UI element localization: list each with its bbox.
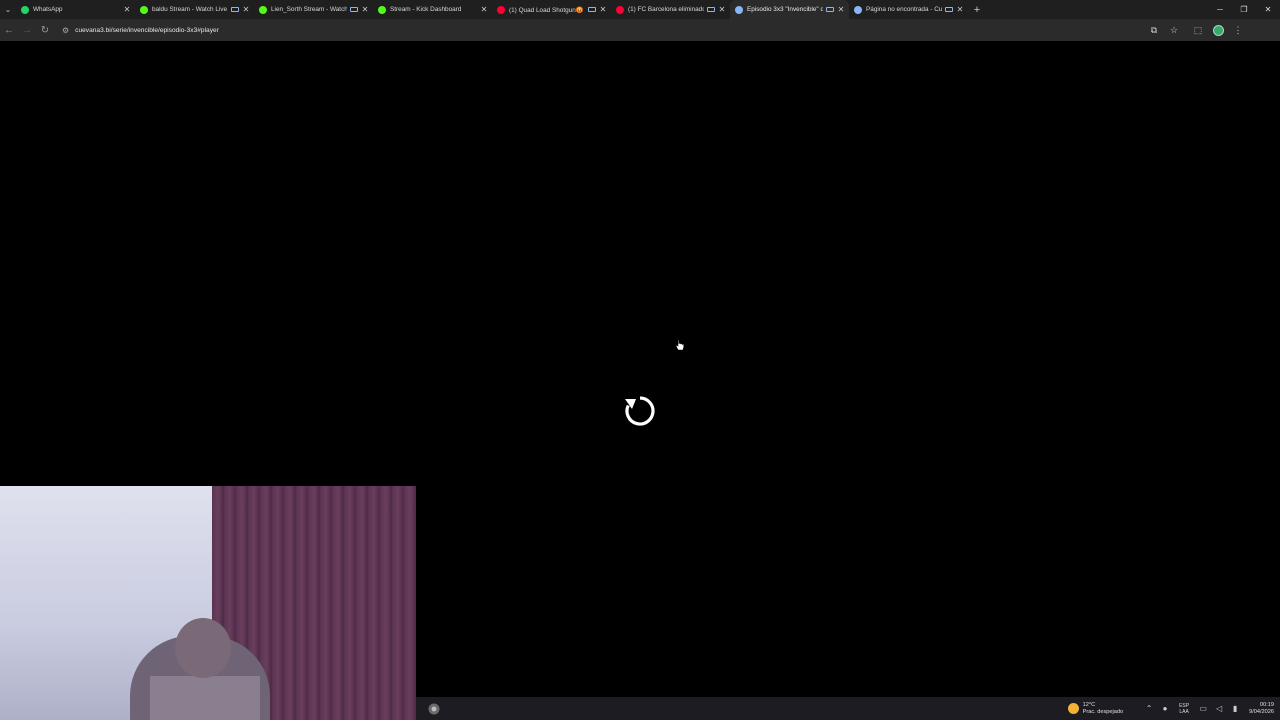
forward-arrow-icon[interactable]: → xyxy=(18,21,36,39)
media-playing-icon xyxy=(231,7,239,12)
tab-title: Episodio 3x3 "Invencible" d xyxy=(747,6,823,13)
menu-kebab-icon[interactable]: ⋮ xyxy=(1228,25,1248,36)
close-tab-icon[interactable]: ✕ xyxy=(837,5,845,14)
microphone-icon[interactable]: ● xyxy=(1157,704,1173,713)
tray-chevron-up-icon[interactable]: ⌃ xyxy=(1141,704,1157,713)
tab-0[interactable]: WhatsApp ✕ xyxy=(16,0,135,19)
bookmark-star-icon[interactable]: ☆ xyxy=(1164,25,1184,36)
tab-2[interactable]: Lien_Sorth Stream - Watch Live ✕ xyxy=(254,0,373,19)
webcam-overlay xyxy=(0,486,416,720)
profile-avatar[interactable] xyxy=(1208,24,1228,36)
battery-icon[interactable]: ▮ xyxy=(1227,704,1243,713)
kick-icon xyxy=(259,5,267,14)
tab-search-chevron-icon[interactable]: ⌄ xyxy=(0,0,16,19)
volume-icon[interactable]: ◁ xyxy=(1211,704,1227,713)
close-tab-icon[interactable]: ✕ xyxy=(123,5,131,14)
network-icon[interactable]: ▭ xyxy=(1195,704,1211,713)
media-playing-icon xyxy=(350,7,358,12)
media-playing-icon xyxy=(826,7,834,12)
extensions-icon[interactable]: ⬚ xyxy=(1188,25,1208,36)
close-tab-icon[interactable]: ✕ xyxy=(718,5,726,14)
weather-widget[interactable]: 12°C Prac. despejado xyxy=(1067,702,1124,715)
tab-4[interactable]: (1) Quad Load Shotgun😡 ( ✕ xyxy=(492,0,611,19)
site-info-icon[interactable]: ⚙ xyxy=(62,26,69,35)
webcam-person-head xyxy=(175,618,231,678)
hand-cursor-icon xyxy=(675,339,685,351)
weather-desc: Prac. despejado xyxy=(1082,708,1124,715)
tab-title: baldu Stream - Watch Live xyxy=(152,6,228,13)
close-window-icon[interactable]: ✕ xyxy=(1256,0,1280,19)
replay-icon[interactable] xyxy=(622,393,658,429)
browser-toolbar: ← → ↻ ⚙ cuevana3.bi/serie/invencible/epi… xyxy=(0,19,1280,41)
window-controls: ─ ❐ ✕ xyxy=(1208,0,1280,19)
address-bar[interactable]: ⚙ cuevana3.bi/serie/invencible/episodio-… xyxy=(58,22,1188,38)
reload-icon[interactable]: ↻ xyxy=(36,21,54,39)
minimize-icon[interactable]: ─ xyxy=(1208,0,1232,19)
whatsapp-icon xyxy=(21,5,29,14)
youtube-icon xyxy=(497,5,505,14)
tab-5[interactable]: (1) FC Barcelona eliminado ✕ xyxy=(611,0,730,19)
cuevana-icon xyxy=(854,5,862,14)
tab-title: (1) Quad Load Shotgun😡 ( xyxy=(509,6,585,14)
restore-icon[interactable]: ❐ xyxy=(1232,0,1256,19)
youtube-icon xyxy=(616,5,624,14)
system-tray: 12°C Prac. despejado ⌃ ● ESP LAA ▭ ◁ ▮ 0… xyxy=(1067,702,1280,716)
webcam-person-shirt xyxy=(150,676,260,720)
close-tab-icon[interactable]: ✕ xyxy=(956,5,964,14)
close-tab-icon[interactable]: ✕ xyxy=(480,5,488,14)
cuevana-icon xyxy=(735,5,743,14)
back-arrow-icon[interactable]: ← xyxy=(0,21,18,39)
tab-title: WhatsApp xyxy=(33,6,63,13)
new-tab-button[interactable]: + xyxy=(968,0,986,19)
tab-6[interactable]: Episodio 3x3 "Invencible" d ✕ xyxy=(730,0,849,19)
lang-bottom: LAA xyxy=(1179,708,1189,715)
url-text: cuevana3.bi/serie/invencible/episodio-3x… xyxy=(75,26,219,34)
tab-title: Lien_Sorth Stream - Watch Live xyxy=(271,6,347,13)
tab-3[interactable]: Stream - Kick Dashboard ✕ xyxy=(373,0,492,19)
weather-sun-icon xyxy=(1067,703,1079,714)
tab-7[interactable]: Página no encontrada - Cu ✕ xyxy=(849,0,968,19)
close-tab-icon[interactable]: ✕ xyxy=(242,5,250,14)
screen: ⌄ WhatsApp ✕ baldu Stream - Watch Live ✕ Lie… xyxy=(0,0,1280,720)
tab-list: WhatsApp ✕ baldu Stream - Watch Live ✕ Lien_… xyxy=(16,0,968,19)
tab-title: (1) FC Barcelona eliminado xyxy=(628,6,704,13)
omnibox-actions: ⧉ ☆ xyxy=(1144,25,1188,36)
media-playing-icon xyxy=(588,7,596,12)
kick-icon xyxy=(378,5,386,14)
clock-time: 00:19 xyxy=(1260,701,1274,708)
tab-title: Stream - Kick Dashboard xyxy=(390,6,462,13)
media-playing-icon xyxy=(945,7,953,12)
chrome-taskbar-icon[interactable] xyxy=(426,701,442,717)
close-tab-icon[interactable]: ✕ xyxy=(361,5,369,14)
media-playing-icon xyxy=(707,7,715,12)
kick-icon xyxy=(140,5,148,14)
tab-strip: ⌄ WhatsApp ✕ baldu Stream - Watch Live ✕ Lie… xyxy=(0,0,1280,19)
taskbar: 12°C Prac. despejado ⌃ ● ESP LAA ▭ ◁ ▮ 0… xyxy=(416,697,1280,720)
tab-1[interactable]: baldu Stream - Watch Live ✕ xyxy=(135,0,254,19)
language-indicator[interactable]: ESP LAA xyxy=(1179,703,1189,715)
tab-title: Página no encontrada - Cu xyxy=(866,6,942,13)
clock-date: 9/04/2026 xyxy=(1249,708,1274,715)
install-app-icon[interactable]: ⧉ xyxy=(1144,25,1164,36)
close-tab-icon[interactable]: ✕ xyxy=(599,5,607,14)
clock[interactable]: 00:19 9/04/2026 xyxy=(1249,702,1274,716)
